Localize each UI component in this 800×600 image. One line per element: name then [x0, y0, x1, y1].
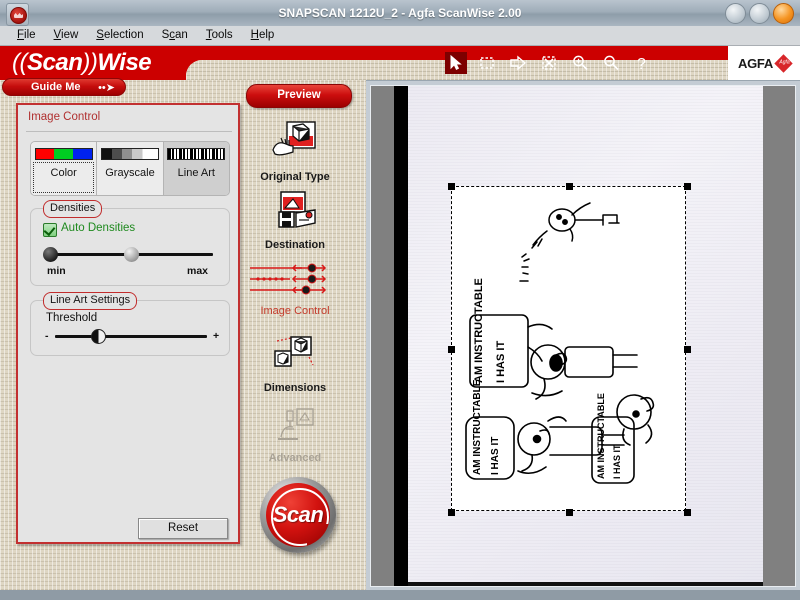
scanwise-logo: ((Scan))Wise	[12, 49, 152, 76]
marquee-handle-s[interactable]	[566, 509, 573, 516]
title-bar: SNAPSCAN 1212U_2 - Agfa ScanWise 2.00	[0, 0, 800, 27]
help-tool[interactable]: ?	[631, 52, 653, 74]
nav-label-destination: Destination	[265, 239, 325, 251]
arrow-right-tool[interactable]	[507, 52, 529, 74]
threshold-label: Threshold	[46, 312, 98, 324]
threshold-knob[interactable]	[91, 329, 106, 344]
nav-label-image-control: Image Control	[260, 305, 330, 317]
panel-divider	[26, 131, 232, 132]
advanced-microscope-icon	[235, 407, 355, 450]
nav-label-original-type: Original Type	[260, 171, 330, 183]
destination-icon	[235, 190, 355, 237]
clear-selection-tool[interactable]	[538, 52, 560, 74]
preview-viewer: AM INSTRUCTABLE I HAS IT AM INSTRUCTABLE…	[366, 80, 800, 590]
densities-max-knob[interactable]	[124, 247, 139, 262]
marquee-handle-w[interactable]	[448, 346, 455, 353]
arrow-select-tool[interactable]	[445, 52, 467, 74]
dimensions-icon	[235, 335, 355, 380]
nav-item-dimensions[interactable]: Dimensions	[235, 335, 355, 394]
auto-densities-checkbox[interactable]	[43, 223, 57, 237]
threshold-minus-label: -	[45, 330, 49, 342]
svg-text:I HAS IT: I HAS IT	[490, 437, 501, 475]
image-control-panel: Image Control Color Grayscale Line Art D…	[16, 103, 240, 544]
rgb-bars-icon	[34, 148, 93, 160]
image-control-sliders-icon	[235, 262, 355, 303]
menu-item-view[interactable]: View	[45, 26, 88, 45]
agfa-brand: AGFA Agfa	[728, 46, 800, 80]
color-mode-group: Color Grayscale Line Art	[30, 141, 230, 196]
menu-item-scan[interactable]: Scan	[153, 26, 197, 45]
threshold-plus-label: +	[213, 330, 220, 342]
brand-banner: ((Scan))Wise ? AGFA Agfa	[0, 46, 800, 80]
scan-button[interactable]: Scan	[260, 477, 336, 553]
line-art-settings-caption: Line Art Settings	[43, 292, 138, 310]
densities-max-label: max	[187, 265, 209, 277]
scanned-drawing: AM INSTRUCTABLE I HAS IT AM INSTRUCTABLE…	[465, 202, 655, 484]
svg-text:AM INSTRUCTABLE: AM INSTRUCTABLE	[472, 379, 483, 475]
menu-bar: File View Selection Scan Tools Help	[0, 26, 800, 46]
guide-me-button[interactable]: Guide Me ••➤	[2, 78, 126, 96]
scanner-bed-edge	[394, 86, 408, 586]
guide-me-label: Guide Me	[31, 81, 81, 93]
mode-label-line-art: Line Art	[177, 167, 215, 179]
mode-button-line-art[interactable]: Line Art	[163, 142, 229, 195]
maximize-button[interactable]	[749, 3, 770, 24]
application-window: SNAPSCAN 1212U_2 - Agfa ScanWise 2.00 Fi…	[0, 0, 800, 600]
densities-min-knob[interactable]	[43, 247, 58, 262]
nav-label-dimensions: Dimensions	[263, 382, 327, 394]
mode-button-grayscale[interactable]: Grayscale	[97, 142, 164, 195]
zoom-in-tool[interactable]	[569, 52, 591, 74]
window-controls	[725, 3, 794, 24]
auto-densities-label: Auto Densities	[61, 222, 136, 234]
menu-item-help[interactable]: Help	[242, 26, 284, 45]
svg-text:?: ?	[637, 56, 646, 72]
original-type-icon	[235, 120, 355, 169]
line-art-settings-group: Line Art Settings Threshold - +	[30, 292, 230, 356]
densities-group: Densities Auto Densities min max	[30, 200, 230, 286]
tool-bar: ?	[445, 49, 653, 77]
marquee-handle-ne[interactable]	[684, 183, 691, 190]
mode-label-grayscale: Grayscale	[105, 167, 155, 179]
marquee-handle-e[interactable]	[684, 346, 691, 353]
agfa-wordmark: AGFA	[738, 55, 773, 71]
marquee-handle-nw[interactable]	[448, 183, 455, 190]
guide-me-arrow-icon: ••➤	[98, 82, 115, 94]
page-bottom-edge	[408, 582, 763, 586]
marquee-handle-se[interactable]	[684, 509, 691, 516]
window-title: SNAPSCAN 1212U_2 - Agfa ScanWise 2.00	[278, 6, 522, 20]
densities-min-label: min	[47, 265, 66, 277]
nav-item-destination[interactable]: Destination	[235, 190, 355, 251]
line-art-bars-icon	[167, 148, 226, 160]
minimize-button[interactable]	[725, 3, 746, 24]
panel-title: Image Control	[28, 111, 101, 123]
svg-text:AM INSTRUCTABLE: AM INSTRUCTABLE	[596, 393, 606, 479]
gray-ramp-icon	[100, 148, 159, 160]
preview-canvas[interactable]: AM INSTRUCTABLE I HAS IT AM INSTRUCTABLE…	[370, 85, 796, 587]
menu-item-tools[interactable]: Tools	[197, 26, 242, 45]
menu-item-file[interactable]: File	[8, 26, 45, 45]
scan-button-label: Scan	[272, 502, 324, 527]
threshold-track[interactable]	[55, 335, 207, 338]
marquee-handle-n[interactable]	[566, 183, 573, 190]
nav-label-advanced: Advanced	[268, 452, 322, 464]
svg-text:I HAS IT: I HAS IT	[612, 444, 622, 479]
preview-button[interactable]: Preview	[246, 84, 352, 108]
agfa-diamond-icon: Agfa	[774, 53, 793, 73]
menu-item-selection[interactable]: Selection	[87, 26, 152, 45]
close-button[interactable]	[773, 3, 794, 24]
marquee-handle-sw[interactable]	[448, 509, 455, 516]
nav-item-advanced[interactable]: Advanced	[235, 407, 355, 464]
svg-text:AM INSTRUCTABLE: AM INSTRUCTABLE	[473, 278, 485, 383]
zoom-out-tool[interactable]	[600, 52, 622, 74]
mode-button-color[interactable]: Color	[31, 142, 98, 195]
nav-item-original-type[interactable]: Original Type	[235, 120, 355, 183]
densities-caption: Densities	[43, 200, 103, 218]
svg-text:I HAS IT: I HAS IT	[495, 341, 507, 383]
scan-selection-marquee[interactable]: AM INSTRUCTABLE I HAS IT AM INSTRUCTABLE…	[448, 183, 691, 516]
nav-item-image-control[interactable]: Image Control	[235, 262, 355, 317]
reset-button[interactable]: Reset	[138, 518, 228, 539]
marquee-tool[interactable]	[476, 52, 498, 74]
mode-label-color: Color	[50, 167, 77, 179]
